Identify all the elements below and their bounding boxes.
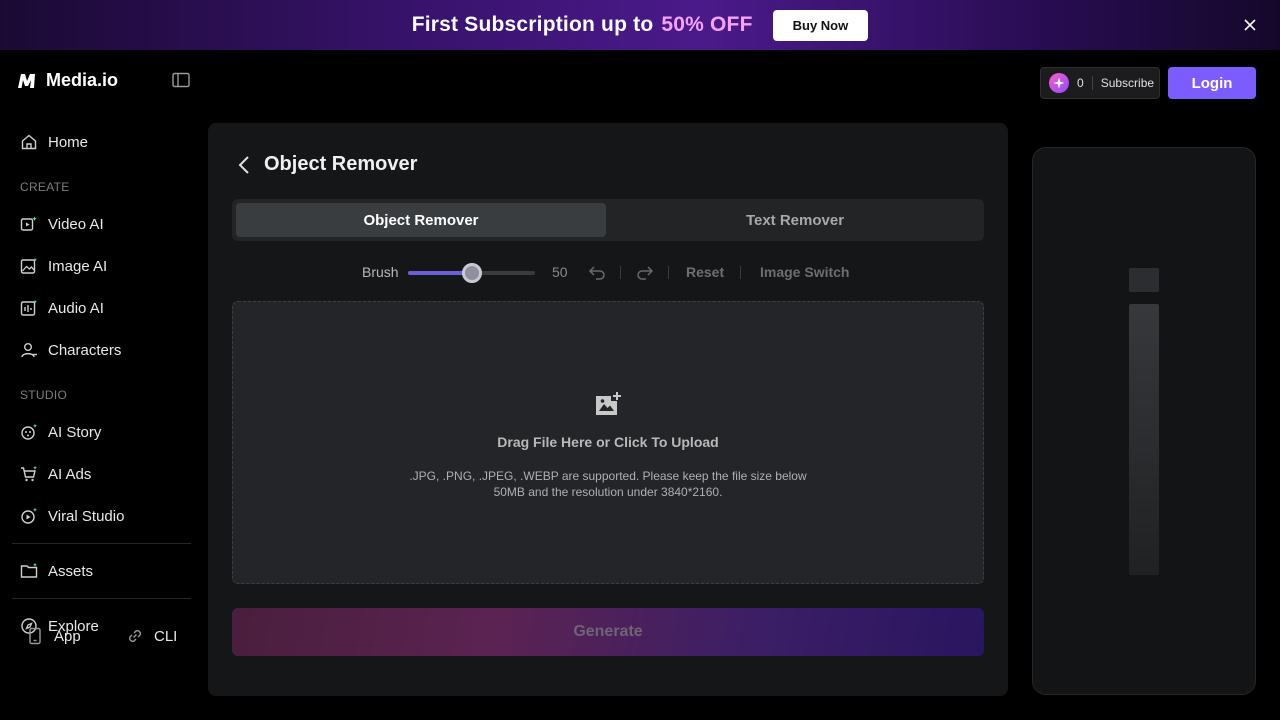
back-chevron-icon[interactable] (236, 155, 252, 175)
app-logo[interactable]: Media.io (16, 70, 118, 91)
redo-icon[interactable] (636, 265, 654, 281)
sidebar-item-audio-ai[interactable]: Audio AI (20, 296, 104, 320)
upload-hint: .JPG, .PNG, .JPEG, .WEBP are supported. … (409, 469, 807, 499)
app-link-label: App (54, 627, 81, 645)
sidebar-item-label: Assets (48, 562, 94, 580)
audio-ai-icon (20, 299, 37, 316)
add-image-icon (596, 392, 621, 415)
promo-highlight: 50% OFF (661, 13, 753, 36)
media-io-logo-icon (18, 73, 35, 88)
page-title: Object Remover (264, 153, 418, 175)
sidebar-item-label: Audio AI (48, 299, 104, 317)
sidebar-item-label: Video AI (48, 215, 104, 233)
assets-folder-icon (20, 562, 38, 578)
subscribe-link[interactable]: Subscribe (1101, 76, 1154, 90)
toolbar-divider (668, 266, 669, 279)
promo-banner: First Subscription up to 50% OFF Buy Now (0, 0, 1280, 50)
brush-label: Brush (362, 264, 399, 280)
sidebar-item-label: Characters (48, 341, 122, 359)
mode-tabs: Object Remover Text Remover (232, 199, 984, 241)
buy-now-button[interactable]: Buy Now (772, 9, 869, 41)
sidebar-divider (12, 598, 191, 599)
sidebar-divider (12, 543, 191, 544)
cli-link-label: CLI (154, 627, 178, 645)
promo-text: First Subscription up to 50% OFF (411, 13, 753, 36)
sidebar-item-characters[interactable]: Characters (20, 338, 121, 362)
credits-subscribe-box[interactable]: 0 Subscribe (1040, 67, 1160, 99)
video-ai-icon (20, 216, 37, 231)
home-icon (21, 134, 37, 150)
image-ai-icon (20, 257, 37, 274)
toolbar-divider (740, 266, 741, 279)
sidebar-item-label: Image AI (48, 257, 108, 275)
brush-size-value: 50 (552, 264, 568, 280)
close-icon[interactable] (1242, 17, 1258, 33)
toolbar-divider (620, 266, 621, 279)
create-section-label: CREATE (20, 180, 70, 194)
sidebar-item-viral-studio[interactable]: Viral Studio (20, 504, 124, 528)
sidebar-item-ai-ads[interactable]: AI Ads (20, 462, 91, 486)
credits-count: 0 (1077, 76, 1084, 90)
image-switch-button[interactable]: Image Switch (760, 264, 849, 280)
phone-icon (29, 627, 41, 645)
sidebar-item-video-ai[interactable]: Video AI (20, 212, 104, 236)
ai-story-icon (21, 423, 37, 440)
preview-placeholder-bar (1129, 304, 1159, 575)
sidebar-collapse-icon[interactable] (172, 72, 190, 88)
sidebar-item-image-ai[interactable]: Image AI (20, 254, 107, 278)
app-link[interactable]: App (26, 627, 81, 645)
ai-ads-icon (21, 465, 37, 482)
sidebar-item-label: Viral Studio (48, 507, 125, 525)
tab-object-remover[interactable]: Object Remover (236, 203, 606, 237)
characters-icon (21, 343, 37, 358)
sidebar-item-home[interactable]: Home (20, 130, 88, 154)
undo-icon[interactable] (588, 265, 606, 281)
reset-button[interactable]: Reset (686, 264, 724, 280)
preview-placeholder-top (1129, 268, 1159, 292)
credits-icon (1049, 73, 1069, 93)
sidebar-item-assets[interactable]: Assets (20, 559, 93, 583)
generate-button[interactable]: Generate (232, 608, 984, 656)
login-button[interactable]: Login (1168, 67, 1256, 99)
sidebar-item-label: Home (48, 133, 89, 151)
upload-title: Drag File Here or Click To Upload (497, 434, 719, 450)
viral-studio-icon (21, 507, 37, 524)
link-icon (129, 630, 141, 642)
sidebar-item-label: AI Ads (48, 465, 92, 483)
tab-text-remover[interactable]: Text Remover (610, 203, 980, 237)
app-name: Media.io (46, 70, 119, 90)
credits-divider (1091, 76, 1093, 90)
studio-section-label: STUDIO (20, 388, 68, 402)
sidebar-item-ai-story[interactable]: AI Story (20, 420, 101, 444)
cli-link[interactable]: CLI (126, 627, 177, 645)
sidebar-item-label: AI Story (48, 423, 102, 441)
brush-slider-thumb[interactable] (461, 263, 482, 283)
